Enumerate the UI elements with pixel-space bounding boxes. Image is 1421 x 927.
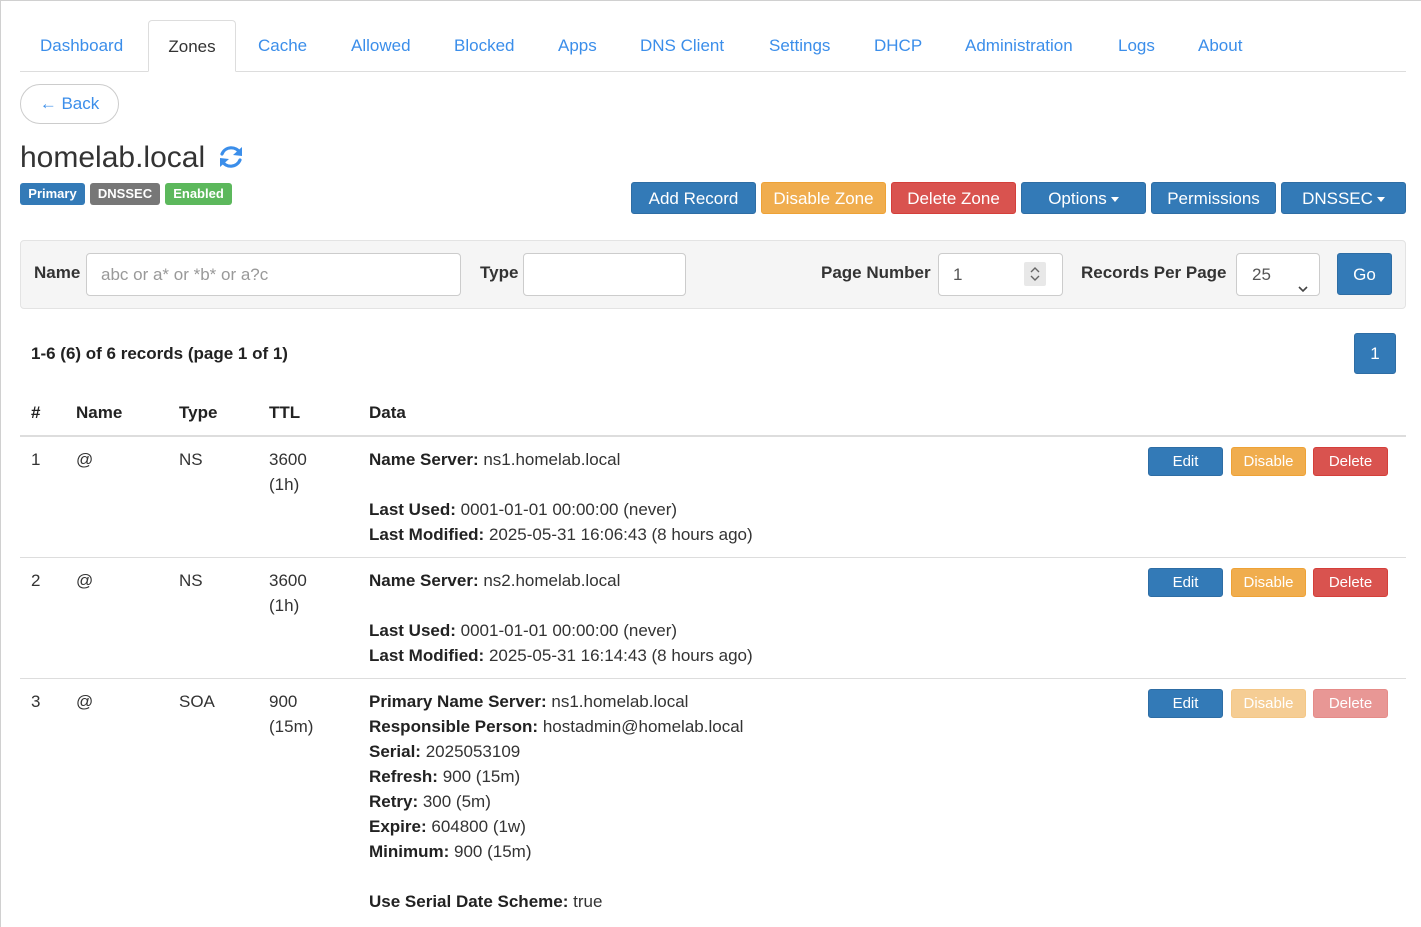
record-data-line: Refresh: 900 (15m) (369, 767, 521, 786)
record-data-line: Serial: 2025053109 (369, 742, 521, 761)
row-divider (20, 557, 1406, 558)
tab-dns-client[interactable]: DNS Client (640, 20, 724, 72)
edit-record-button[interactable]: Edit (1148, 689, 1223, 718)
record-ttl: 3600 (269, 450, 307, 469)
tab-logs[interactable]: Logs (1118, 20, 1155, 72)
delete-record-button[interactable]: Delete (1313, 568, 1388, 597)
record-ttl-human: (1h) (269, 475, 300, 494)
page-number-label: Page Number (821, 263, 931, 282)
tab-apps[interactable]: Apps (558, 20, 597, 72)
type-filter-label: Type (480, 263, 519, 282)
main-nav-tabs: Dashboard Zones Cache Allowed Blocked Ap… (20, 20, 1406, 72)
record-data-line: Retry: 300 (5m) (369, 792, 491, 811)
tab-settings[interactable]: Settings (769, 20, 830, 72)
edit-record-button[interactable]: Edit (1148, 568, 1223, 597)
record-data-line: Primary Name Server: ns1.homelab.local (369, 692, 689, 711)
window-left-border (0, 0, 1, 927)
delete-record-button[interactable]: Delete (1313, 447, 1388, 476)
records-per-page-value: 25 (1252, 265, 1271, 284)
refresh-icon[interactable] (216, 142, 246, 172)
record-data-line: Last Modified: 2025-05-31 16:06:43 (8 ho… (369, 525, 753, 544)
options-label: Options (1048, 189, 1107, 208)
go-button[interactable]: Go (1337, 253, 1392, 295)
tab-administration[interactable]: Administration (965, 20, 1073, 72)
back-button[interactable]: ← Back (20, 84, 119, 124)
dnssec-dropdown-button[interactable]: DNSSEC (1281, 182, 1406, 214)
delete-record-button: Delete (1313, 689, 1388, 718)
zone-title: homelab.local (20, 141, 206, 174)
record-data-line: Last Modified: 2025-05-31 16:14:43 (8 ho… (369, 646, 753, 665)
row-divider (20, 678, 1406, 679)
tab-cache[interactable]: Cache (258, 20, 307, 72)
column-header-type: Type (179, 403, 218, 422)
tab-allowed[interactable]: Allowed (351, 20, 411, 72)
disable-record-button: Disable (1231, 689, 1306, 718)
number-stepper-icon[interactable] (1024, 262, 1046, 286)
row-number: 3 (31, 692, 41, 711)
record-type: NS (179, 571, 203, 590)
badge-dnssec: DNSSEC (90, 183, 160, 205)
record-type: SOA (179, 692, 215, 711)
add-record-button[interactable]: Add Record (631, 182, 756, 214)
records-summary: 1-6 (6) of 6 records (page 1 of 1) (31, 344, 288, 363)
page-number-input[interactable]: 1 (938, 253, 1063, 296)
window-top-border (0, 0, 1421, 1)
page-number-value: 1 (953, 265, 963, 284)
column-header-data: Data (369, 403, 406, 422)
record-name: @ (76, 571, 94, 590)
name-filter-label: Name (34, 263, 81, 282)
chevron-down-icon (1110, 197, 1119, 203)
record-ttl: 3600 (269, 571, 307, 590)
record-name: @ (76, 450, 94, 469)
chevron-down-icon (1297, 269, 1309, 310)
record-ttl: 900 (269, 692, 298, 711)
tab-about[interactable]: About (1198, 20, 1242, 72)
records-per-page-label: Records Per Page (1081, 263, 1227, 282)
record-ttl-human: (1h) (269, 596, 300, 615)
tab-blocked[interactable]: Blocked (454, 20, 514, 72)
row-number: 1 (31, 450, 41, 469)
record-data-line: Use Serial Date Scheme: true (369, 892, 603, 911)
dnssec-label: DNSSEC (1302, 189, 1373, 208)
record-data-line: Responsible Person: hostadmin@homelab.lo… (369, 717, 744, 736)
edit-record-button[interactable]: Edit (1148, 447, 1223, 476)
badge-enabled: Enabled (165, 183, 232, 205)
type-filter-input[interactable] (523, 253, 686, 296)
record-data-line: Name Server: ns2.homelab.local (369, 571, 621, 590)
disable-record-button[interactable]: Disable (1231, 447, 1306, 476)
column-header-number: # (31, 403, 41, 422)
tab-zones[interactable]: Zones (148, 20, 236, 72)
record-data-line: Minimum: 900 (15m) (369, 842, 532, 861)
record-data-line: Last Used: 0001-01-01 00:00:00 (never) (369, 621, 678, 640)
badge-primary: Primary (20, 183, 85, 205)
record-ttl-human: (15m) (269, 717, 314, 736)
records-per-page-select[interactable]: 25 (1236, 253, 1320, 296)
column-header-name: Name (76, 403, 123, 422)
column-header-ttl: TTL (269, 403, 301, 422)
row-number: 2 (31, 571, 41, 590)
record-data-line: Last Used: 0001-01-01 00:00:00 (never) (369, 500, 678, 519)
permissions-button[interactable]: Permissions (1151, 182, 1276, 214)
pagination-page-1[interactable]: 1 (1354, 333, 1396, 374)
chevron-down-icon (1376, 197, 1385, 203)
table-header-divider (20, 435, 1406, 437)
record-name: @ (76, 692, 94, 711)
tab-dashboard[interactable]: Dashboard (40, 20, 123, 72)
tab-dhcp[interactable]: DHCP (874, 20, 922, 72)
disable-zone-button[interactable]: Disable Zone (761, 182, 886, 214)
record-data-line: Expire: 604800 (1w) (369, 817, 526, 836)
delete-zone-button[interactable]: Delete Zone (891, 182, 1016, 214)
name-filter-input[interactable] (86, 253, 461, 296)
record-type: NS (179, 450, 203, 469)
disable-record-button[interactable]: Disable (1231, 568, 1306, 597)
record-data-line: Name Server: ns1.homelab.local (369, 450, 621, 469)
options-dropdown-button[interactable]: Options (1021, 182, 1146, 214)
